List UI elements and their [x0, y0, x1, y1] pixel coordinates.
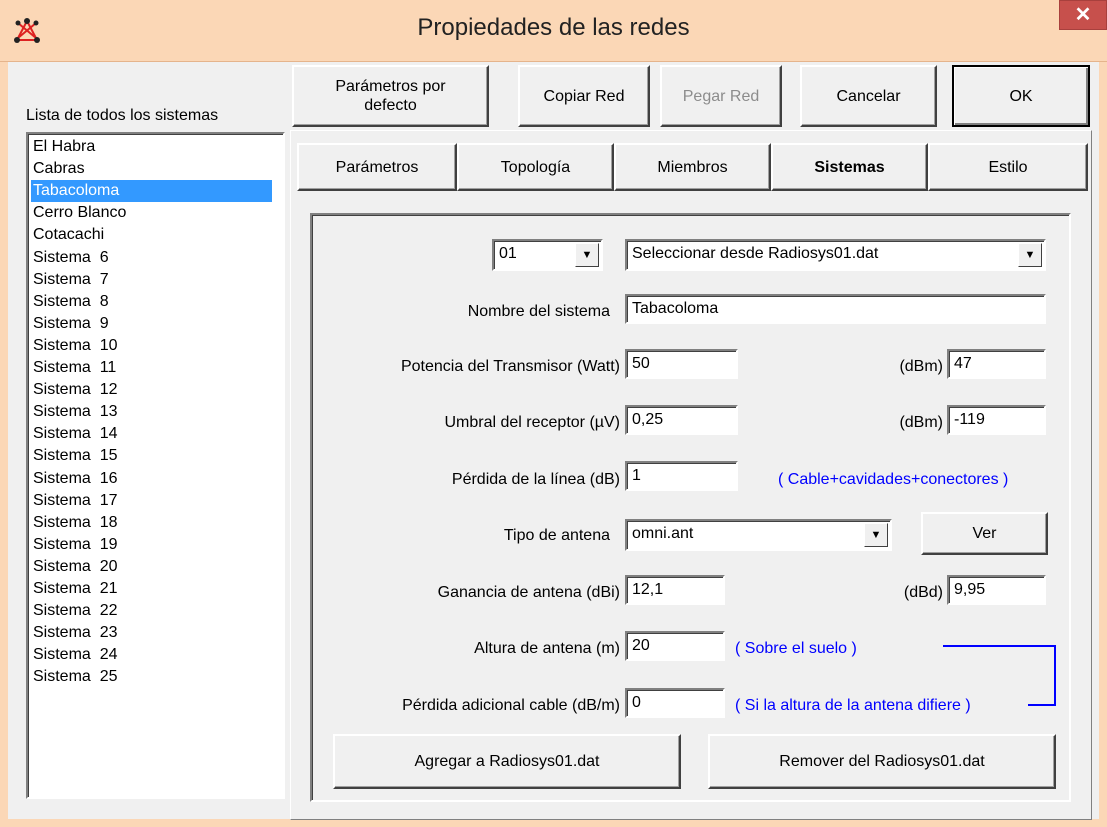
antenna-gain-label: Ganancia de antena (dBi) [437, 584, 620, 601]
add-to-radiosys-button[interactable]: Agregar a Radiosys01.dat [333, 734, 681, 789]
window-title: Propiedades de las redes [417, 14, 690, 41]
list-item[interactable]: Sistema 24 [31, 644, 272, 666]
antenna-gain-dbd-label: (dBd) [903, 584, 943, 601]
copy-network-button[interactable]: Copiar Red [518, 65, 650, 127]
list-item[interactable]: Sistema 23 [31, 622, 272, 644]
window-frame-bottom [0, 819, 1107, 827]
list-item[interactable]: Sistema 17 [31, 490, 272, 512]
line-loss-note: ( Cable+cavidades+conectores ) [778, 471, 1009, 488]
antenna-type-select[interactable]: omni.ant ▼ [625, 519, 892, 551]
antenna-type-label: Tipo de antena [503, 527, 610, 544]
cancel-button[interactable]: Cancelar [800, 65, 937, 127]
list-item[interactable]: Cotacachi [31, 224, 272, 246]
system-name-label: Nombre del sistema [467, 303, 610, 320]
system-name-field[interactable]: Tabacoloma [625, 294, 1046, 324]
note-bracket-bottom [1028, 704, 1056, 706]
systems-list[interactable]: El Habra Cabras Tabacoloma Cerro Blanco Cota… [26, 132, 285, 799]
list-item[interactable]: Tabacoloma [31, 180, 272, 203]
rx-threshold-dbm-label: (dBm) [899, 414, 943, 431]
extra-cable-loss-note: ( Si la altura de la antena difiere ) [735, 697, 971, 714]
antenna-height-field[interactable]: 20 [625, 631, 725, 661]
systems-list-label: Lista de todos los sistemas [26, 107, 219, 124]
antenna-gain-field[interactable]: 12,1 [625, 575, 725, 605]
note-bracket-side [1054, 645, 1056, 705]
chevron-down-icon: ▼ [575, 243, 599, 267]
line-loss-label: Pérdida de la línea (dB) [451, 471, 620, 488]
tab-estilo[interactable]: Estilo [928, 143, 1088, 191]
list-item[interactable]: Sistema 6 [31, 247, 272, 269]
list-item[interactable]: Sistema 21 [31, 578, 272, 600]
tx-power-dbm-label: (dBm) [899, 358, 943, 375]
extra-cable-loss-field[interactable]: 0 [625, 688, 725, 718]
list-item[interactable]: Cabras [31, 158, 272, 180]
tab-miembros[interactable]: Miembros [614, 143, 771, 191]
list-item[interactable]: Sistema 15 [31, 445, 272, 467]
window-frame-right [1099, 62, 1107, 827]
antenna-height-note: ( Sobre el suelo ) [735, 640, 857, 657]
tab-topologia[interactable]: Topología [457, 143, 614, 191]
tx-power-dbm-field[interactable]: 47 [947, 349, 1046, 379]
ok-button[interactable]: OK [952, 65, 1090, 127]
note-bracket-top [943, 645, 1056, 647]
radiosys-select[interactable]: Seleccionar desde Radiosys01.dat ▼ [625, 239, 1046, 271]
list-item[interactable]: Sistema 14 [31, 423, 272, 445]
list-item[interactable]: Sistema 13 [31, 401, 272, 423]
chevron-down-icon: ▼ [864, 523, 888, 547]
antenna-height-label: Altura de antena (m) [474, 640, 620, 657]
list-item[interactable]: Sistema 22 [31, 600, 272, 622]
list-item[interactable]: Sistema 12 [31, 379, 272, 401]
list-item[interactable]: El Habra [31, 136, 272, 158]
list-item[interactable]: Sistema 20 [31, 556, 272, 578]
close-button[interactable]: ✕ [1059, 0, 1107, 30]
list-item[interactable]: Cerro Blanco [31, 202, 272, 224]
list-item[interactable]: Sistema 10 [31, 335, 272, 357]
list-item[interactable]: Sistema 19 [31, 534, 272, 556]
list-item[interactable]: Sistema 18 [31, 512, 272, 534]
view-antenna-button[interactable]: Ver [921, 512, 1048, 555]
list-item[interactable]: Sistema 9 [31, 313, 272, 335]
rx-threshold-dbm-field[interactable]: -119 [947, 405, 1046, 435]
list-item[interactable]: Sistema 7 [31, 269, 272, 291]
tx-power-label: Potencia del Transmisor (Watt) [400, 358, 620, 375]
antenna-gain-dbd-field[interactable]: 9,95 [947, 575, 1046, 605]
chevron-down-icon: ▼ [1018, 243, 1042, 267]
remove-from-radiosys-button[interactable]: Remover del Radiosys01.dat [708, 734, 1056, 789]
rx-threshold-label: Umbral del receptor (µV) [444, 414, 621, 431]
tx-power-field[interactable]: 50 [625, 349, 738, 379]
default-parameters-button[interactable]: Parámetros por defecto [292, 65, 489, 127]
list-item[interactable]: Sistema 16 [31, 468, 272, 490]
list-item[interactable]: Sistema 25 [31, 666, 272, 688]
extra-cable-loss-label: Pérdida adicional cable (dB/m) [402, 697, 620, 714]
rx-threshold-field[interactable]: 0,25 [625, 405, 738, 435]
tab-sistemas[interactable]: Sistemas [771, 143, 928, 191]
paste-network-button[interactable]: Pegar Red [660, 65, 782, 127]
list-item[interactable]: Sistema 8 [31, 291, 272, 313]
tab-parametros[interactable]: Parámetros [297, 143, 457, 191]
line-loss-field[interactable]: 1 [625, 461, 738, 491]
window-frame-left [0, 62, 8, 827]
list-item[interactable]: Sistema 11 [31, 357, 272, 379]
system-number-select[interactable]: 01 ▼ [492, 239, 603, 271]
